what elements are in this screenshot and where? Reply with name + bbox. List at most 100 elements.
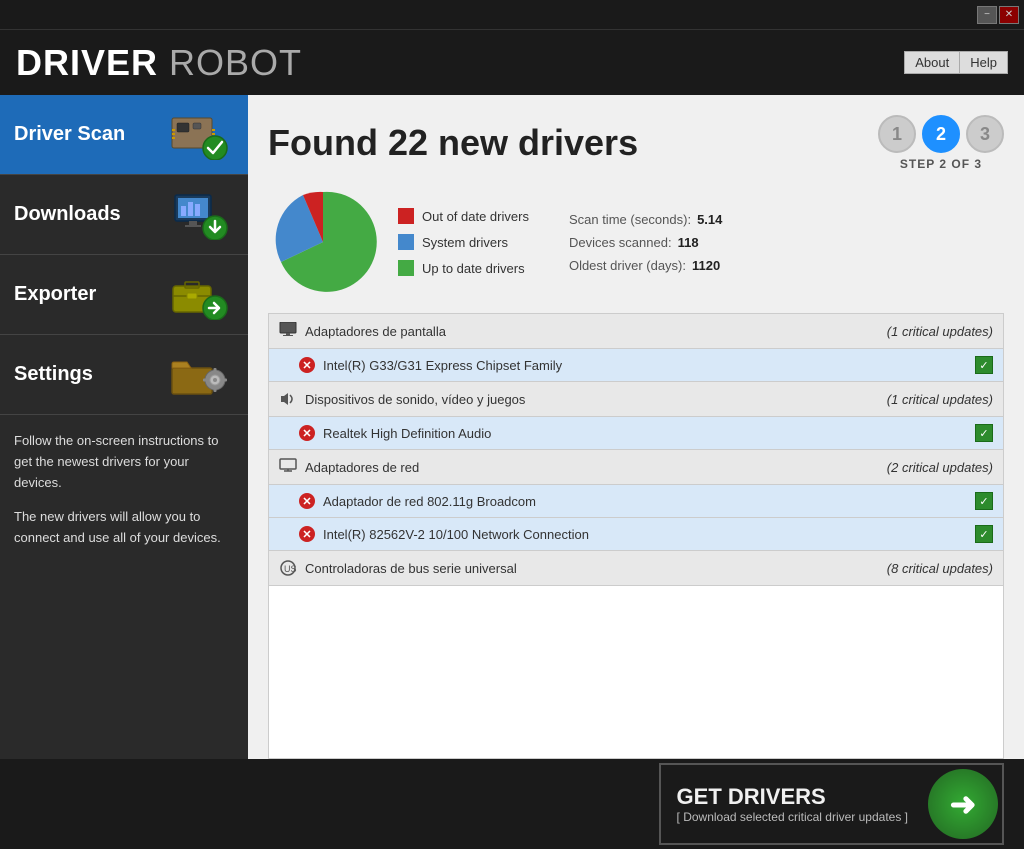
main-layout: Driver Scan Downloa <box>0 95 1024 759</box>
driver-name: Intel(R) 82562V-2 10/100 Network Connect… <box>323 527 975 542</box>
step-3-circle: 3 <box>966 115 1004 153</box>
category-count: (8 critical updates) <box>887 561 993 576</box>
legend-item-uptodate: Up to date drivers <box>398 260 529 276</box>
legend-color-uptodate <box>398 260 414 276</box>
sidebar-label-downloads: Downloads <box>14 203 164 226</box>
driver-category: Adaptadores de red(2 critical updates) <box>269 450 1003 485</box>
legend-color-system <box>398 234 414 250</box>
scan-results: Out of date drivers System drivers Up to… <box>268 187 1004 297</box>
stat-value-oldest: 1120 <box>692 258 720 273</box>
driver-scan-icon <box>164 107 234 162</box>
category-icon-sound <box>279 390 297 408</box>
driver-checkbox[interactable]: ✓ <box>975 525 993 543</box>
driver-list[interactable]: Adaptadores de pantalla(1 critical updat… <box>268 313 1004 759</box>
sidebar-desc-2: The new drivers will allow you to connec… <box>14 507 234 549</box>
error-icon: ✕ <box>299 493 315 509</box>
stat-oldest: Oldest driver (days): 1120 <box>569 258 722 273</box>
sidebar-item-settings[interactable]: Settings <box>0 335 248 415</box>
driver-item[interactable]: ✕ Realtek High Definition Audio✓ <box>269 417 1003 450</box>
svg-text:USB: USB <box>284 564 297 574</box>
sidebar-label-exporter: Exporter <box>14 283 164 306</box>
driver-name: Realtek High Definition Audio <box>323 426 975 441</box>
stat-value-devices: 118 <box>678 235 699 250</box>
category-icon-usb: USB <box>279 559 297 577</box>
legend-label-uptodate: Up to date drivers <box>422 261 525 276</box>
logo-driver: DRIVER <box>16 42 158 83</box>
step-indicator: 1 2 3 STEP 2 OF 3 <box>878 115 1004 171</box>
step-circles: 1 2 3 <box>878 115 1004 153</box>
scan-stats: Scan time (seconds): 5.14 Devices scanne… <box>569 212 722 273</box>
logo-robot: ROBOT <box>158 42 302 83</box>
get-drivers-button[interactable]: GET DRIVERS [ Download selected critical… <box>659 763 1004 845</box>
driver-checkbox[interactable]: ✓ <box>975 356 993 374</box>
get-drivers-sub: [ Download selected critical driver upda… <box>677 810 908 824</box>
driver-checkbox[interactable]: ✓ <box>975 424 993 442</box>
sidebar-item-driver-scan[interactable]: Driver Scan <box>0 95 248 175</box>
category-count: (2 critical updates) <box>887 460 993 475</box>
driver-category: Adaptadores de pantalla(1 critical updat… <box>269 314 1003 349</box>
category-count: (1 critical updates) <box>887 392 993 407</box>
driver-name: Intel(R) G33/G31 Express Chipset Family <box>323 358 975 373</box>
stat-label-scantime: Scan time (seconds): <box>569 212 691 227</box>
category-name: Adaptadores de red <box>305 460 887 475</box>
legend-label-outofdate: Out of date drivers <box>422 209 529 224</box>
driver-checkbox[interactable]: ✓ <box>975 492 993 510</box>
category-name: Dispositivos de sonido, vídeo y juegos <box>305 392 887 407</box>
legend-color-outofdate <box>398 208 414 224</box>
found-header: Found 22 new drivers 1 2 3 STEP 2 OF 3 <box>268 115 1004 171</box>
pie-chart <box>268 187 378 297</box>
driver-item[interactable]: ✕ Intel(R) 82562V-2 10/100 Network Connec… <box>269 518 1003 551</box>
category-icon-display <box>279 322 297 340</box>
content-area: Found 22 new drivers 1 2 3 STEP 2 OF 3 <box>248 95 1024 759</box>
driver-item[interactable]: ✕ Intel(R) G33/G31 Express Chipset Family… <box>269 349 1003 382</box>
exporter-icon <box>164 267 234 322</box>
error-icon: ✕ <box>299 526 315 542</box>
legend-item-system: System drivers <box>398 234 529 250</box>
driver-item[interactable]: ✕ Adaptador de red 802.11g Broadcom✓ <box>269 485 1003 518</box>
downloads-icon <box>164 187 234 242</box>
driver-category: USB Controladoras de bus serie universal(… <box>269 551 1003 586</box>
legend-label-system: System drivers <box>422 235 508 250</box>
step-1-circle: 1 <box>878 115 916 153</box>
driver-category: Dispositivos de sonido, vídeo y juegos(1… <box>269 382 1003 417</box>
category-icon-network <box>279 458 297 476</box>
sidebar-item-exporter[interactable]: Exporter <box>0 255 248 335</box>
stat-value-scantime: 5.14 <box>697 212 722 227</box>
minimize-button[interactable]: − <box>977 6 997 24</box>
category-name: Adaptadores de pantalla <box>305 324 887 339</box>
stat-label-oldest: Oldest driver (days): <box>569 258 686 273</box>
header-nav: About Help <box>904 51 1008 74</box>
step-2-circle: 2 <box>922 115 960 153</box>
sidebar-desc-1: Follow the on-screen instructions to get… <box>14 431 234 493</box>
sidebar-label-settings: Settings <box>14 363 164 386</box>
stat-label-devices: Devices scanned: <box>569 235 672 250</box>
legend: Out of date drivers System drivers Up to… <box>398 208 529 276</box>
about-link[interactable]: About <box>905 52 960 73</box>
step-label: STEP 2 OF 3 <box>900 157 982 171</box>
error-icon: ✕ <box>299 425 315 441</box>
settings-icon <box>164 347 234 402</box>
arrow-right-icon: ➜ <box>950 785 977 823</box>
driver-name: Adaptador de red 802.11g Broadcom <box>323 494 975 509</box>
app-header: DRIVER ROBOT About Help <box>0 30 1024 95</box>
category-name: Controladoras de bus serie universal <box>305 561 887 576</box>
help-link[interactable]: Help <box>960 52 1007 73</box>
get-drivers-title: GET DRIVERS <box>677 784 908 810</box>
window-controls: − ✕ <box>977 6 1019 24</box>
sidebar: Driver Scan Downloa <box>0 95 248 759</box>
category-count: (1 critical updates) <box>887 324 993 339</box>
close-button[interactable]: ✕ <box>999 6 1019 24</box>
stat-scantime: Scan time (seconds): 5.14 <box>569 212 722 227</box>
get-drivers-text-area: GET DRIVERS [ Download selected critical… <box>661 774 924 834</box>
app-logo: DRIVER ROBOT <box>16 42 302 84</box>
error-icon: ✕ <box>299 357 315 373</box>
found-title: Found 22 new drivers <box>268 122 638 164</box>
legend-item-outofdate: Out of date drivers <box>398 208 529 224</box>
sidebar-label-driver-scan: Driver Scan <box>14 123 164 146</box>
sidebar-item-downloads[interactable]: Downloads <box>0 175 248 255</box>
get-drivers-arrow-icon: ➜ <box>928 769 998 839</box>
stat-devices: Devices scanned: 118 <box>569 235 722 250</box>
sidebar-description: Follow the on-screen instructions to get… <box>0 415 248 579</box>
bottom-bar: GET DRIVERS [ Download selected critical… <box>0 759 1024 849</box>
title-bar: − ✕ <box>0 0 1024 30</box>
